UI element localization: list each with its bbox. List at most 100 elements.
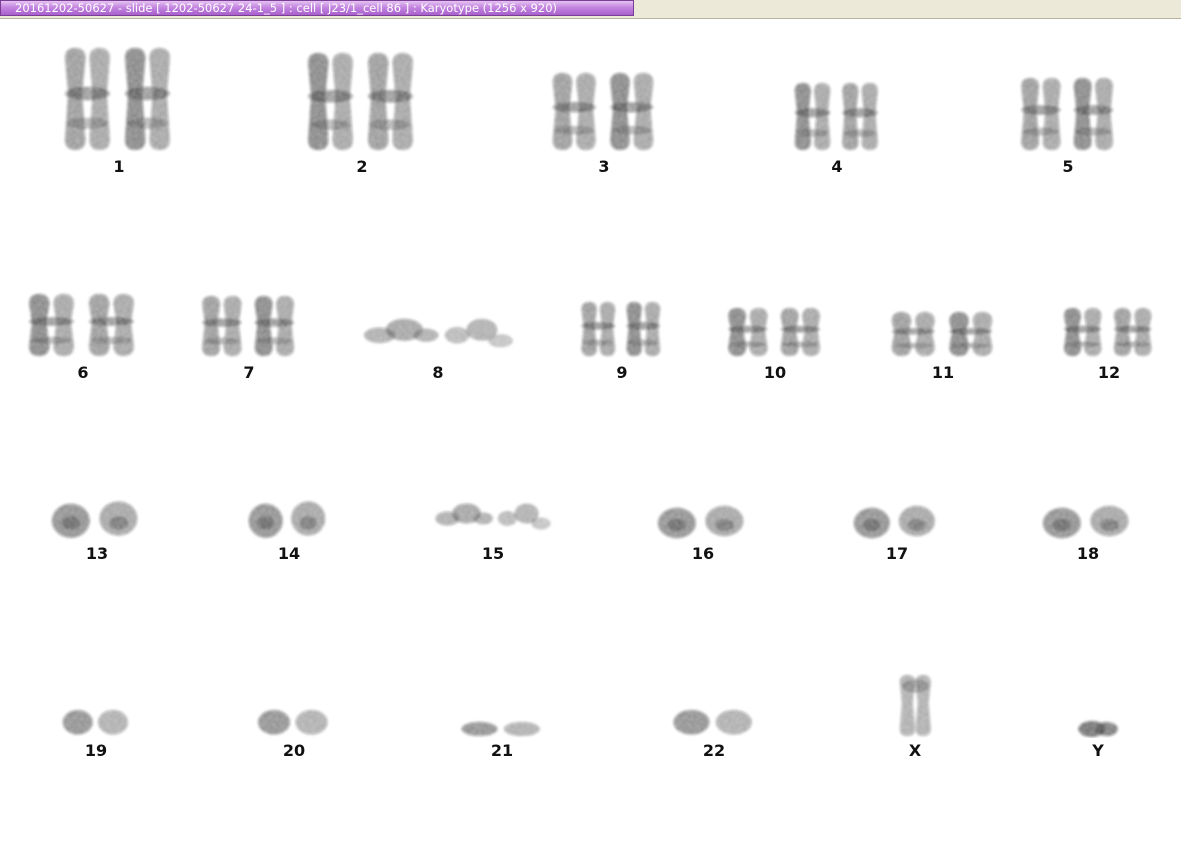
chromatid-blob: [609, 102, 653, 113]
chromatid-blob: [31, 336, 72, 344]
chromatid-blob: [794, 108, 830, 118]
chromatid-blob: [1094, 722, 1118, 736]
chromatid-blob: [254, 318, 294, 327]
window-title-tab[interactable]: 20161202-50627 - slide [ 1202-50627 24-1…: [0, 0, 634, 16]
chromosome-label: 9: [616, 363, 628, 382]
chromatid-blob: [368, 89, 413, 103]
chromosome-pair-figure: [1042, 505, 1128, 539]
chromosome-label: 10: [763, 363, 787, 382]
chromosome-pair-figure: [62, 710, 128, 735]
chromatid-blob: [901, 679, 929, 693]
chromatid-blob: [1020, 105, 1061, 115]
chromatid-blob: [299, 516, 317, 530]
chromosome-label: 18: [1076, 544, 1100, 563]
chromosome-label: 14: [277, 544, 301, 563]
chromosome-pair-figure: [201, 296, 294, 356]
chromatid-blob: [370, 119, 411, 130]
chromatid-blob: [108, 516, 128, 530]
chromatid-blob: [1065, 341, 1100, 348]
chromosome-label: 19: [84, 741, 108, 760]
chromosome-label: 6: [77, 363, 89, 382]
chromatid-blob: [715, 710, 752, 735]
chromatid-blob: [497, 511, 517, 526]
chromatid-blob: [503, 722, 540, 736]
chromatid-blob: [554, 125, 594, 135]
chromosome-pair-figure: [435, 503, 551, 530]
chromosome-pair-figure: [1077, 721, 1118, 737]
chromosome-label: 17: [885, 544, 909, 563]
chromatid-blob: [258, 710, 290, 735]
chromatid-blob: [841, 108, 878, 118]
chromatid-blob: [62, 710, 93, 735]
chromosome-pair-figure: [461, 722, 540, 736]
chromosome-label: 22: [702, 741, 726, 760]
chromosome-pair-figure: [1020, 78, 1113, 150]
chromosome-pair-figure: [657, 505, 743, 539]
chromosome-label: 1: [113, 157, 125, 176]
chromosome-label: 2: [356, 157, 368, 176]
chromatid-blob: [782, 341, 818, 348]
chromosome-pair-figure: [794, 83, 878, 150]
chromatid-blob: [673, 710, 710, 735]
chromatid-blob: [444, 327, 469, 344]
chromosome-label: Y: [1092, 741, 1104, 760]
chromatid-blob: [862, 519, 881, 531]
chromosome-label: 5: [1062, 157, 1074, 176]
chromatid-blob: [461, 722, 498, 736]
chromosome-pair-figure: [29, 294, 134, 356]
chromatid-blob: [65, 86, 110, 101]
chromatid-blob: [552, 102, 596, 113]
chromosome-pair-figure: [308, 53, 413, 150]
chromatid-blob: [91, 336, 132, 344]
chromatid-blob: [907, 519, 926, 531]
chromatid-blob: [1099, 519, 1119, 531]
chromatid-blob: [256, 516, 274, 530]
chromatid-blob: [891, 328, 935, 335]
window-titlebar: 20161202-50627 - slide [ 1202-50627 24-1…: [0, 0, 1181, 19]
chromatid-blob: [843, 129, 876, 137]
chromatid-blob: [1073, 105, 1113, 115]
chromatid-blob: [893, 342, 933, 349]
chromatid-blob: [950, 342, 990, 349]
chromosome-pair-figure: [727, 308, 820, 356]
chromatid-blob: [89, 317, 134, 326]
chromatid-blob: [487, 334, 513, 348]
chromatid-blob: [413, 328, 438, 342]
chromatid-blob: [628, 339, 659, 346]
chromatid-blob: [611, 125, 651, 135]
chromosome-pair-figure: [891, 312, 992, 356]
chromosome-label: 12: [1097, 363, 1121, 382]
chromatid-blob: [60, 516, 80, 530]
chromatid-blob: [97, 710, 128, 735]
chromosome-label: 3: [598, 157, 610, 176]
chromosome-label: 13: [85, 544, 109, 563]
chromosome-label: 11: [931, 363, 955, 382]
chromatid-blob: [1114, 325, 1152, 333]
chromatid-blob: [780, 325, 820, 333]
chromosome-pair-figure: [581, 302, 661, 356]
chromatid-blob: [727, 325, 768, 333]
chromatid-blob: [666, 519, 686, 531]
chromatid-blob: [1051, 519, 1071, 531]
chromatid-blob: [581, 322, 616, 330]
chromosome-pair-figure: [363, 318, 513, 348]
chromatid-blob: [67, 117, 108, 129]
chromosome-pair-figure: [65, 48, 170, 150]
chromatid-blob: [201, 318, 242, 327]
chromosome-pair-figure: [1064, 308, 1152, 356]
chromosome-pair-figure: [258, 710, 328, 735]
chromatid-blob: [531, 517, 551, 530]
chromatid-blob: [795, 129, 829, 137]
chromatid-blob: [203, 337, 240, 345]
chromatid-blob: [948, 328, 992, 335]
chromosome-label: 15: [481, 544, 505, 563]
chromosome-pair-figure: [853, 505, 935, 539]
chromatid-blob: [256, 337, 292, 345]
chromatid-blob: [626, 322, 661, 330]
chromatid-blob: [308, 89, 353, 103]
chromosome-label: 16: [691, 544, 715, 563]
chromatid-blob: [714, 519, 734, 531]
chromatid-blob: [310, 119, 351, 130]
chromosome-label: 21: [490, 741, 514, 760]
chromatid-blob: [583, 339, 614, 346]
